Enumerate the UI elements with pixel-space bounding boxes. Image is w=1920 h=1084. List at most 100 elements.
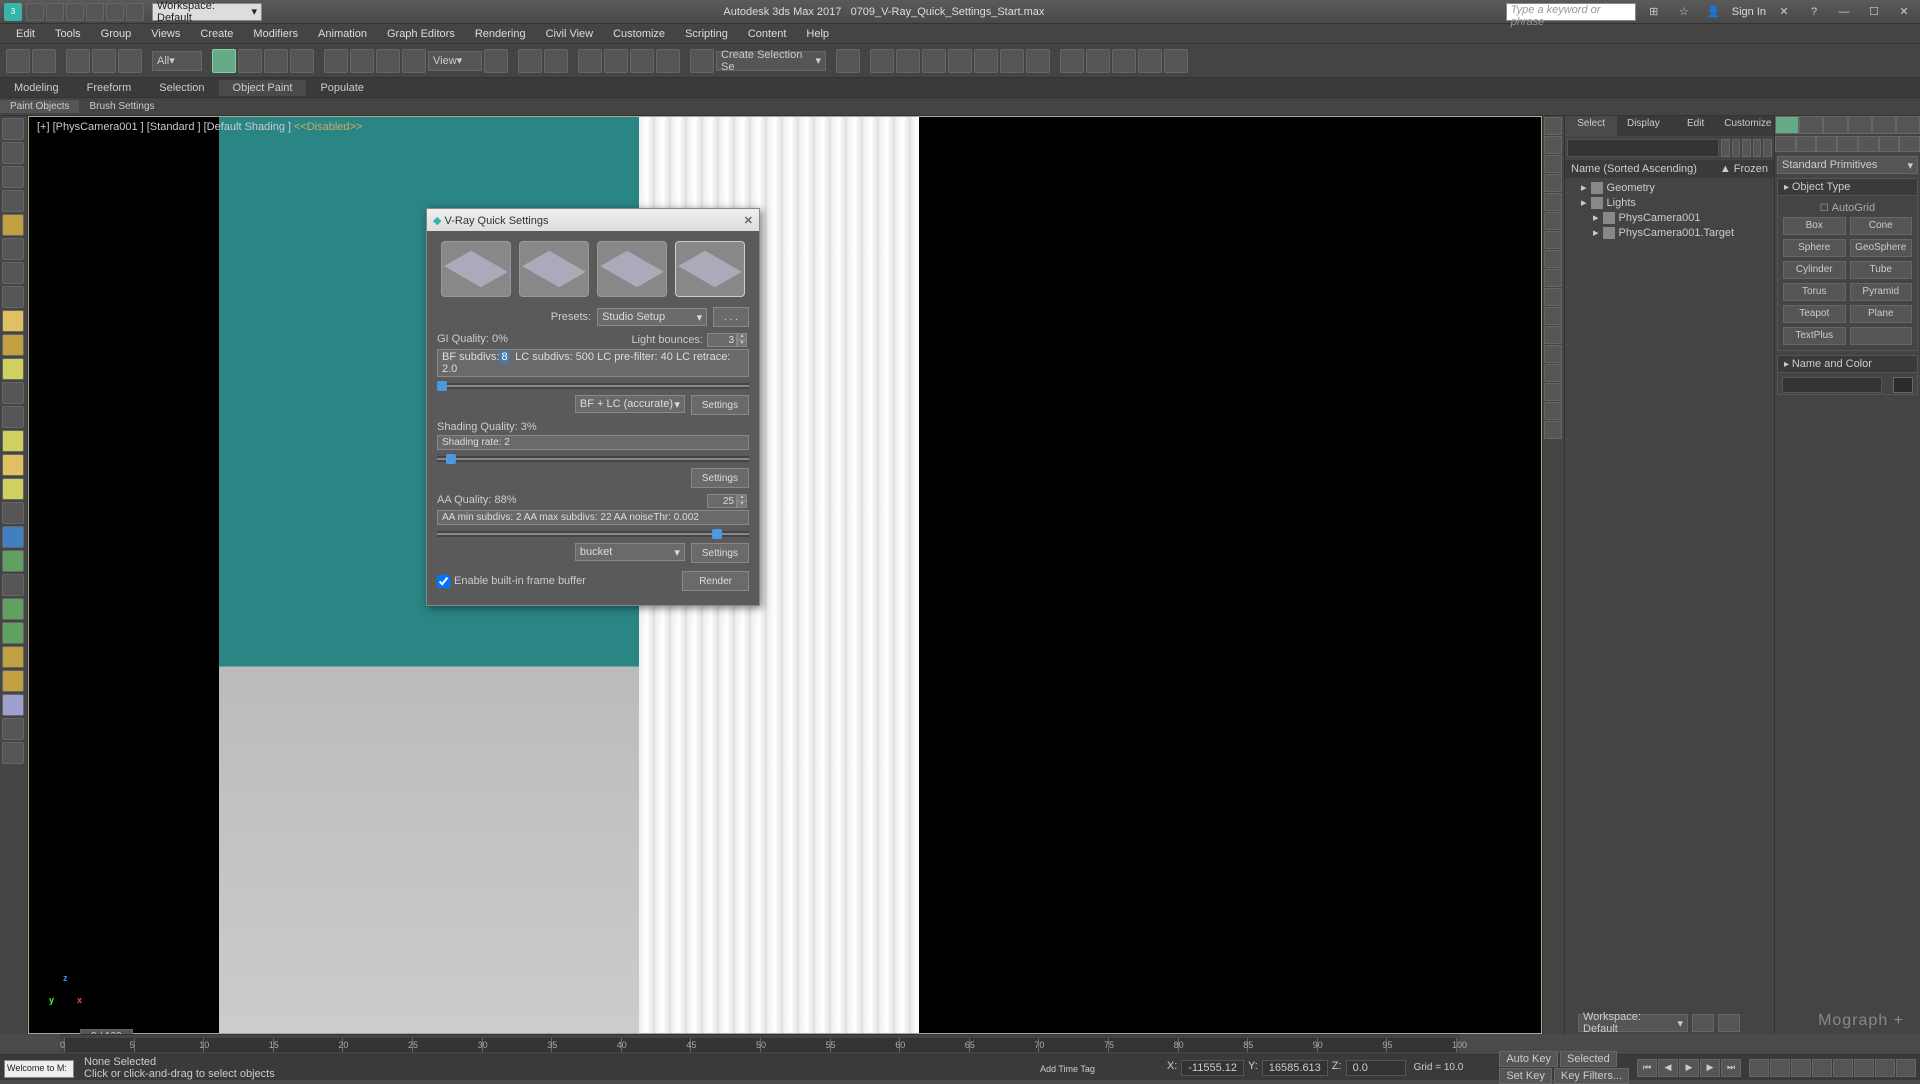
- gi-info-field[interactable]: BF subdivs:8 LC subdivs: 500 LC pre-filt…: [437, 349, 749, 377]
- primitive-box[interactable]: Box: [1783, 217, 1846, 235]
- timeline[interactable]: 0510152025303540455055606570758085909510…: [60, 1034, 1460, 1054]
- unlink-icon[interactable]: [92, 49, 116, 73]
- footer-ws-btn-1[interactable]: [1692, 1014, 1714, 1032]
- lt-icon-12[interactable]: [2, 382, 24, 404]
- lt-icon-9[interactable]: [2, 310, 24, 332]
- help-search-input[interactable]: Type a keyword or phrase: [1506, 3, 1636, 21]
- shading-settings-button[interactable]: Settings: [691, 468, 749, 488]
- rt-icon-4[interactable]: [1544, 174, 1562, 192]
- lt-icon-21[interactable]: [2, 598, 24, 620]
- primitive-textplus[interactable]: TextPlus: [1783, 327, 1846, 345]
- coord-z-input[interactable]: 0.0: [1346, 1060, 1406, 1076]
- ribbon-tab-populate[interactable]: Populate: [306, 80, 377, 96]
- rotate-icon[interactable]: [350, 49, 374, 73]
- move-icon[interactable]: [324, 49, 348, 73]
- ref-coord-dropdown[interactable]: View ▾: [428, 51, 482, 71]
- ribbon-toggle-icon[interactable]: [948, 49, 972, 73]
- redo-icon[interactable]: [32, 49, 56, 73]
- footer-workspace-dropdown[interactable]: Workspace: Default▾: [1578, 1014, 1688, 1032]
- lt-icon-16[interactable]: [2, 478, 24, 500]
- scene-node[interactable]: ▸PhysCamera001: [1569, 210, 1770, 225]
- qat-new-icon[interactable]: [26, 3, 44, 21]
- nav-2-icon[interactable]: [1770, 1059, 1790, 1077]
- utilities-tab-icon[interactable]: [1896, 116, 1920, 134]
- lt-icon-14[interactable]: [2, 430, 24, 452]
- footer-ws-btn-2[interactable]: [1718, 1014, 1740, 1032]
- scene-search-input[interactable]: [1567, 139, 1719, 157]
- rt-icon-13[interactable]: [1544, 345, 1562, 363]
- preset-vfx[interactable]: [597, 241, 667, 297]
- scene-node[interactable]: ▸PhysCamera001.Target: [1569, 225, 1770, 240]
- lt-icon-19[interactable]: [2, 550, 24, 572]
- curve-editor-icon[interactable]: [974, 49, 998, 73]
- coord-x-input[interactable]: -11555.12: [1181, 1060, 1244, 1076]
- primitive-tube[interactable]: Tube: [1850, 261, 1913, 279]
- ribbon-tab-modeling[interactable]: Modeling: [0, 80, 73, 96]
- menu-customize[interactable]: Customize: [603, 26, 675, 42]
- rt-icon-12[interactable]: [1544, 326, 1562, 344]
- lt-icon-2[interactable]: [2, 142, 24, 164]
- edit-named-sel-icon[interactable]: [690, 49, 714, 73]
- qat-open-icon[interactable]: [46, 3, 64, 21]
- lt-icon-24[interactable]: [2, 670, 24, 692]
- menu-views[interactable]: Views: [141, 26, 190, 42]
- render-icon[interactable]: [1112, 49, 1136, 73]
- spinner-snap-icon[interactable]: [656, 49, 680, 73]
- time-slider[interactable]: 0510152025303540455055606570758085909510…: [64, 1038, 1456, 1052]
- angle-snap-icon[interactable]: [604, 49, 628, 73]
- close-button[interactable]: ✕: [1892, 3, 1916, 21]
- ribbon-tab-selection[interactable]: Selection: [145, 80, 218, 96]
- autokey-button[interactable]: Auto Key: [1499, 1051, 1558, 1067]
- light-bounces-spinner[interactable]: ▴▾: [707, 333, 749, 347]
- menu-help[interactable]: Help: [796, 26, 839, 42]
- hierarchy-tab-icon[interactable]: [1823, 116, 1847, 134]
- lt-icon-22[interactable]: [2, 622, 24, 644]
- lt-icon-20[interactable]: [2, 574, 24, 596]
- render-button[interactable]: Render: [682, 571, 749, 591]
- qat-link-icon[interactable]: [126, 3, 144, 21]
- primitive-pyramid[interactable]: Pyramid: [1850, 283, 1913, 301]
- rt-icon-10[interactable]: [1544, 288, 1562, 306]
- goto-end-icon[interactable]: ⏭: [1721, 1059, 1741, 1077]
- rt-icon-7[interactable]: [1544, 231, 1562, 249]
- selected-dropdown[interactable]: Selected: [1560, 1051, 1617, 1067]
- menu-modifiers[interactable]: Modifiers: [243, 26, 308, 42]
- menu-graph-editors[interactable]: Graph Editors: [377, 26, 465, 42]
- autogrid-checkbox[interactable]: ☐ AutoGrid: [1782, 200, 1913, 216]
- select-rect-icon[interactable]: [264, 49, 288, 73]
- minimize-button[interactable]: —: [1832, 3, 1856, 21]
- lt-icon-27[interactable]: [2, 742, 24, 764]
- infocenter-icon[interactable]: ⊞: [1642, 3, 1666, 21]
- gi-mode-dropdown[interactable]: BF + LC (accurate)▾: [575, 395, 685, 413]
- shading-quality-slider[interactable]: [437, 456, 749, 462]
- gi-settings-button[interactable]: Settings: [691, 395, 749, 415]
- modify-tab-icon[interactable]: [1799, 116, 1823, 134]
- rt-icon-9[interactable]: [1544, 269, 1562, 287]
- render-setup-icon[interactable]: [1060, 49, 1084, 73]
- lock-selection-icon[interactable]: [1141, 1059, 1159, 1077]
- nav-3-icon[interactable]: [1791, 1059, 1811, 1077]
- menu-scripting[interactable]: Scripting: [675, 26, 738, 42]
- enable-vfb-checkbox[interactable]: Enable built-in frame buffer: [437, 575, 586, 588]
- lt-icon-11[interactable]: [2, 358, 24, 380]
- select-object-icon[interactable]: [212, 49, 236, 73]
- aa-mode-dropdown[interactable]: bucket▾: [575, 543, 685, 561]
- qat-redo-icon[interactable]: [106, 3, 124, 21]
- nav-5-icon[interactable]: [1833, 1059, 1853, 1077]
- pivot-icon[interactable]: [484, 49, 508, 73]
- menu-edit[interactable]: Edit: [6, 26, 45, 42]
- primitive-geosphere[interactable]: GeoSphere: [1850, 239, 1913, 257]
- align-icon[interactable]: [870, 49, 894, 73]
- rollout-object-type[interactable]: ▸ Object Type: [1777, 178, 1918, 196]
- lt-icon-3[interactable]: [2, 166, 24, 188]
- menu-rendering[interactable]: Rendering: [465, 26, 536, 42]
- goto-start-icon[interactable]: ⏮: [1637, 1059, 1657, 1077]
- qat-undo-icon[interactable]: [86, 3, 104, 21]
- user-icon[interactable]: 👤: [1702, 3, 1726, 21]
- primitive-torus[interactable]: Torus: [1783, 283, 1846, 301]
- rt-icon-16[interactable]: [1544, 402, 1562, 420]
- signin-link[interactable]: Sign In: [1732, 6, 1766, 18]
- rt-icon-2[interactable]: [1544, 136, 1562, 154]
- helpers-icon[interactable]: [1858, 136, 1879, 152]
- rt-icon-8[interactable]: [1544, 250, 1562, 268]
